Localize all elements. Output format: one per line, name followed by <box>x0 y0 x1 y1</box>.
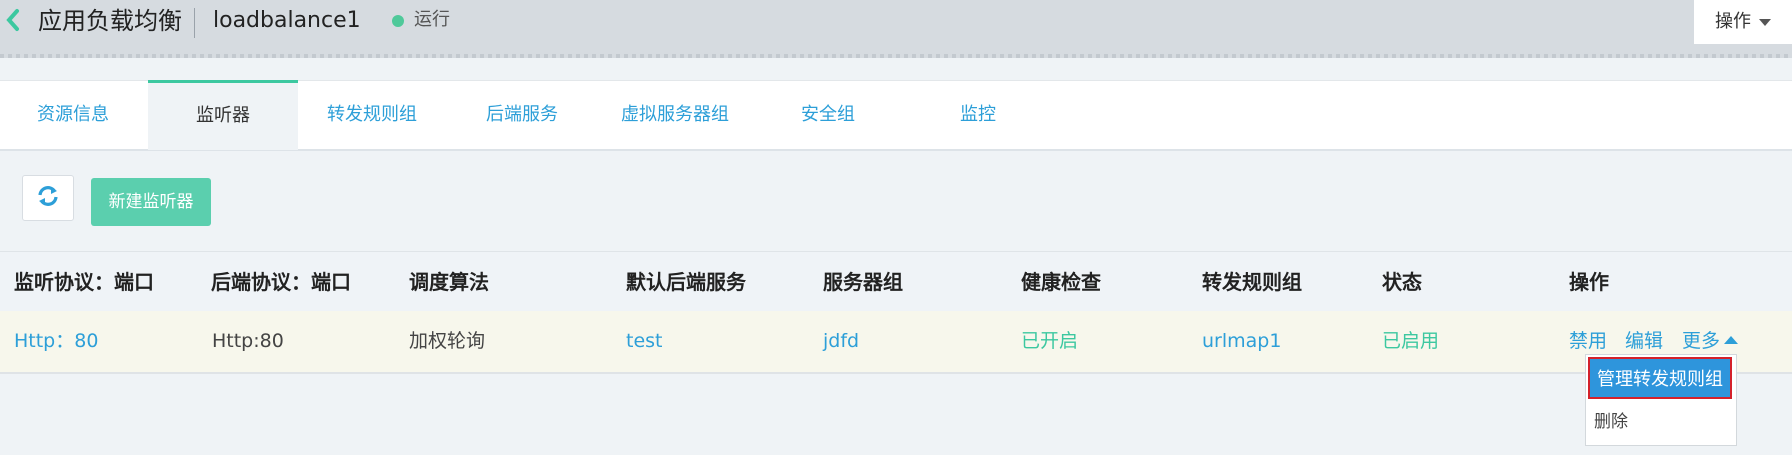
column-header-default-backend: 默认后端服务 <box>626 270 746 294</box>
cell-server-group[interactable]: jdfd <box>823 311 859 372</box>
page-title: 应用负载均衡 <box>38 7 182 35</box>
cell-health-check: 已开启 <box>1021 330 1079 352</box>
column-header-rule-group: 转发规则组 <box>1202 270 1302 294</box>
tab-listeners[interactable]: 监听器 <box>148 80 298 150</box>
cell-status: 已启用 <box>1382 330 1440 352</box>
column-header-server-group: 服务器组 <box>823 270 903 294</box>
column-header-algorithm: 调度算法 <box>409 270 489 294</box>
chevron-left-icon[interactable] <box>4 8 26 32</box>
status-text: 运行 <box>414 9 450 30</box>
menu-item-manage-rule-groups[interactable]: 管理转发规则组 <box>1588 357 1732 399</box>
column-header-actions: 操作 <box>1569 270 1609 294</box>
table-header: 监听协议：端口 后端协议：端口 调度算法 默认后端服务 服务器组 健康检查 转发… <box>0 251 1792 312</box>
operations-dropdown-button[interactable]: 操作 <box>1694 0 1792 44</box>
new-listener-button[interactable]: 新建监听器 <box>91 178 211 226</box>
tab-bar: 资源信息 监听器 转发规则组 后端服务 虚拟服务器组 安全组 监控 <box>0 80 1792 151</box>
cell-rule-group[interactable]: urlmap1 <box>1202 311 1281 372</box>
tab-monitoring[interactable]: 监控 <box>904 81 1052 149</box>
table-row: Http：80 Http:80 加权轮询 test jdfd 已开启 urlma… <box>0 311 1792 374</box>
tab-forwarding-rule-groups[interactable]: 转发规则组 <box>298 81 446 149</box>
column-header-backend-protocol: 后端协议：端口 <box>211 270 351 294</box>
cell-backend-protocol: Http:80 <box>212 330 284 352</box>
header-divider <box>194 8 195 38</box>
column-header-listen-protocol: 监听协议：端口 <box>14 270 154 294</box>
cell-default-backend[interactable]: test <box>626 311 663 372</box>
tab-backend-services[interactable]: 后端服务 <box>446 81 598 149</box>
page-header: 应用负载均衡 loadbalance1 运行 操作 <box>0 0 1792 58</box>
tab-security-groups[interactable]: 安全组 <box>752 81 904 149</box>
tab-virtual-server-groups[interactable]: 虚拟服务器组 <box>598 81 752 149</box>
refresh-icon <box>36 184 60 212</box>
column-header-health-check: 健康检查 <box>1021 270 1101 294</box>
more-label: 更多 <box>1682 330 1721 352</box>
cell-algorithm: 加权轮询 <box>409 330 486 352</box>
more-actions-dropdown: 管理转发规则组 删除 <box>1585 354 1737 446</box>
operations-label: 操作 <box>1715 11 1751 32</box>
menu-item-delete[interactable]: 删除 <box>1594 405 1628 439</box>
instance-name: loadbalance1 <box>213 8 361 33</box>
cell-listen-protocol[interactable]: Http：80 <box>14 311 98 372</box>
status-dot-icon <box>392 15 404 27</box>
refresh-button[interactable] <box>22 175 74 221</box>
column-header-status: 状态 <box>1382 270 1422 294</box>
chevron-down-icon <box>1759 18 1771 26</box>
tab-resource-info[interactable]: 资源信息 <box>0 81 146 149</box>
chevron-up-icon <box>1724 335 1739 344</box>
